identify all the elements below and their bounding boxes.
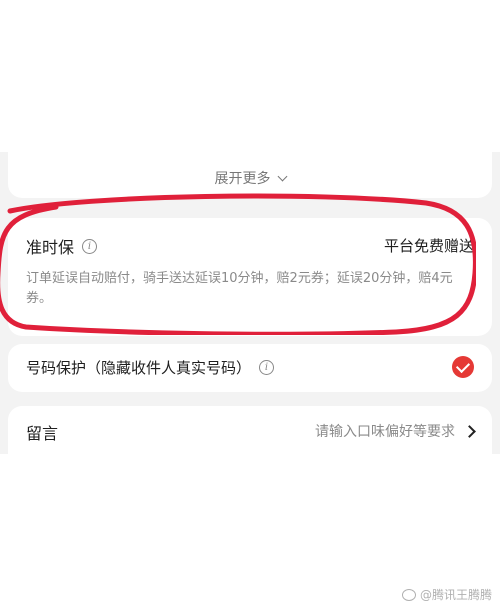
on-time-description: 订单延误自动赔付，骑手送达延误10分钟，赔2元券；延误20分钟，赔4元券。 (26, 271, 453, 306)
watermark: @腾讯王腾腾 (401, 586, 492, 603)
info-icon[interactable]: i (82, 238, 98, 254)
note-input[interactable]: 请输入口味偏好等要求 (315, 421, 476, 441)
expand-more-label: 展开更多 (214, 171, 271, 187)
note-placeholder: 请输入口味偏好等要求 (315, 424, 455, 440)
expand-more-button[interactable]: 展开更多 (214, 168, 287, 188)
chevron-right-icon (463, 424, 476, 438)
chevron-down-icon (277, 171, 287, 181)
watermark-text: @腾讯王腾腾 (419, 588, 492, 602)
expand-card: 展开更多 (8, 152, 492, 198)
on-time-title: 准时保 (26, 238, 75, 257)
info-icon[interactable]: i (259, 360, 275, 375)
weibo-icon (401, 588, 416, 601)
privacy-title: 号码保护（隐藏收件人真实号码） (26, 359, 252, 377)
privacy-checkbox[interactable] (452, 356, 474, 378)
note-card[interactable]: 留言 请输入口味偏好等要求 (8, 406, 492, 454)
number-protection-card[interactable]: 号码保护（隐藏收件人真实号码） i (8, 344, 492, 392)
on-time-guarantee-card: 准时保 i 平台免费赠送 订单延误自动赔付，骑手送达延误10分钟，赔2元券；延误… (8, 218, 492, 336)
privacy-title-row: 号码保护（隐藏收件人真实号码） i (26, 357, 275, 378)
free-gift-label: 平台免费赠送 (383, 237, 474, 255)
on-time-title-row: 准时保 i (26, 234, 98, 258)
note-title: 留言 (26, 424, 59, 443)
